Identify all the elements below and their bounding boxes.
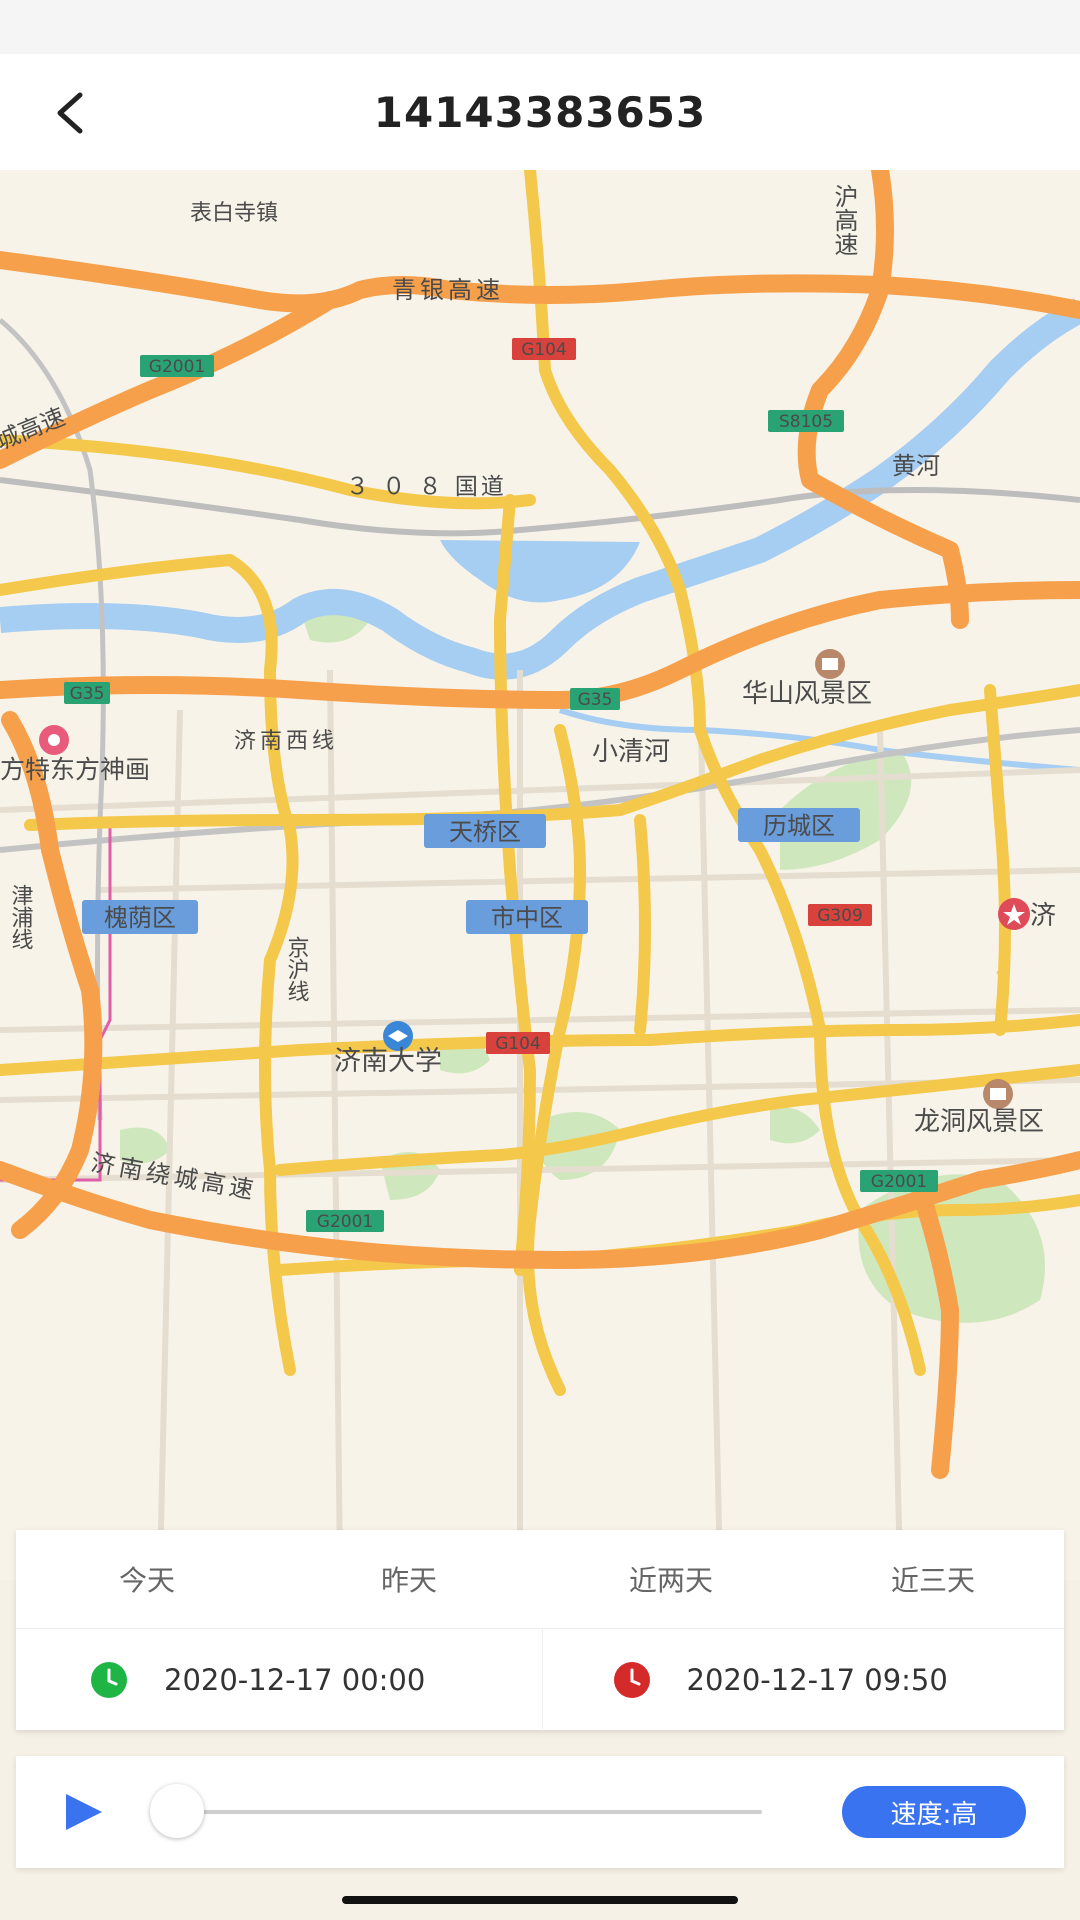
theme-park-icon <box>48 734 60 746</box>
tab-last-two-days[interactable]: 近两天 <box>540 1530 802 1628</box>
end-clock-icon <box>613 1662 650 1698</box>
app-screen: 14143383653 G2001 G104 S8105 G35 G35 G30… <box>0 0 1080 1920</box>
map-view[interactable]: G2001 G104 S8105 G35 G35 G309 G104 G2001… <box>0 170 1080 1580</box>
label-longdong: 龙洞风景区 <box>914 1107 1044 1137</box>
label-huashan: 华山风景区 <box>742 679 872 709</box>
label-jinghu-line: 京沪线 <box>284 936 310 1002</box>
district-tianqiao: 天桥区 <box>449 818 521 846</box>
label-yellow-river: 黄河 <box>892 452 940 480</box>
chevron-left-icon <box>57 92 83 134</box>
shield-g104-top: G104 <box>521 340 567 360</box>
start-clock-icon <box>91 1662 127 1698</box>
longdong-scenic-icon <box>990 1088 1006 1100</box>
page-title: 14143383653 <box>373 87 707 137</box>
tab-last-three-days[interactable]: 近三天 <box>802 1530 1064 1628</box>
end-time-value: 2020-12-17 09:50 <box>686 1663 948 1697</box>
tab-yesterday[interactable]: 昨天 <box>278 1530 540 1628</box>
status-bar <box>0 0 1080 54</box>
speed-button[interactable]: 速度:高 <box>842 1786 1026 1838</box>
label-qingyin-expressway: 青银高速 <box>392 276 504 304</box>
shield-g2001-top: G2001 <box>149 357 205 377</box>
header-bar: 14143383653 <box>0 54 1080 170</box>
start-time-picker[interactable]: 2020-12-17 00:00 <box>16 1629 542 1731</box>
label-jinanxi-line: 济南西线 <box>234 729 338 754</box>
district-licheng: 历城区 <box>763 812 835 840</box>
shield-g309: G309 <box>817 906 863 926</box>
start-time-value: 2020-12-17 00:00 <box>164 1663 426 1697</box>
label-hu-expressway: 沪高速 <box>830 184 858 256</box>
district-huaiyin: 槐荫区 <box>104 904 176 932</box>
map-canvas[interactable]: G2001 G104 S8105 G35 G35 G309 G104 G2001… <box>0 170 1080 1580</box>
end-time-picker[interactable]: 2020-12-17 09:50 <box>541 1629 1065 1731</box>
playback-slider[interactable] <box>156 1810 762 1814</box>
label-jinpu-line: 津浦线 <box>8 884 34 950</box>
playback-slider-thumb[interactable] <box>150 1784 204 1838</box>
time-filter-panel: 今天 昨天 近两天 近三天 2020-12-17 00:00 2020-12-1… <box>16 1530 1064 1731</box>
shield-g2001-bottom: G2001 <box>317 1212 373 1232</box>
back-button[interactable] <box>30 78 110 148</box>
tab-today[interactable]: 今天 <box>16 1530 278 1628</box>
label-national-308: ３ ０ ８ 国道 <box>346 474 507 500</box>
date-range-tabs: 今天 昨天 近两天 近三天 <box>16 1530 1064 1629</box>
shield-s8105: S8105 <box>779 412 833 432</box>
shield-g104-bottom: G104 <box>495 1034 541 1054</box>
district-shizhong: 市中区 <box>491 904 563 932</box>
label-biaobaisi: 表白寺镇 <box>190 201 278 226</box>
shield-g2001-right: G2001 <box>871 1172 927 1192</box>
play-icon <box>66 1794 102 1830</box>
home-indicator <box>342 1896 738 1904</box>
shield-g35-center: G35 <box>578 690 613 710</box>
play-button[interactable] <box>56 1784 112 1840</box>
label-jinan-university: 济南大学 <box>334 1046 442 1077</box>
time-range-row: 2020-12-17 00:00 2020-12-17 09:50 <box>16 1629 1064 1731</box>
huashan-scenic-icon <box>822 658 838 670</box>
playback-bar: 速度:高 <box>16 1756 1064 1868</box>
label-ji: 济 <box>1030 901 1056 931</box>
label-xiaoqinghe: 小清河 <box>592 737 670 767</box>
label-fangte: 方特东方神画 <box>0 755 150 784</box>
shield-g35-left: G35 <box>70 684 105 704</box>
